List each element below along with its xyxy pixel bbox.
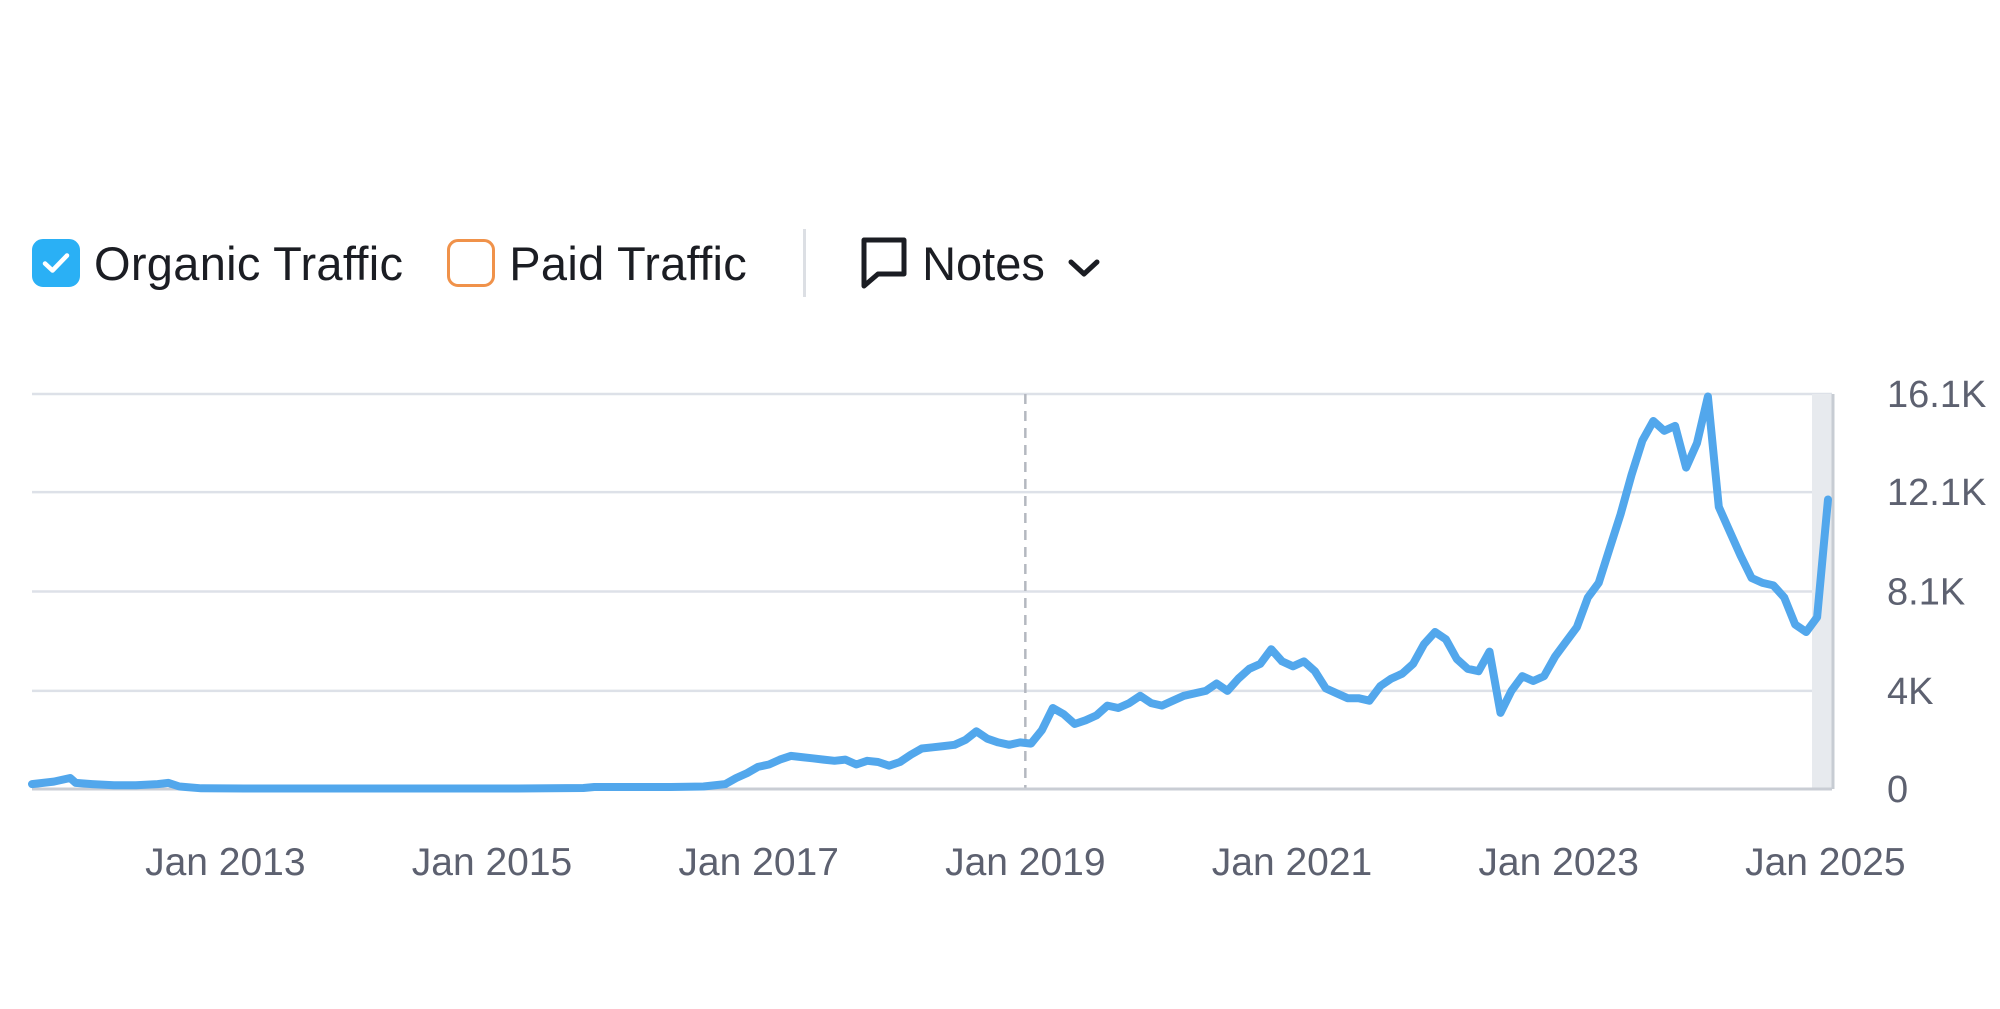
x-tick-label-2: Jan 2017 xyxy=(678,841,838,884)
organic-traffic-chart: 04K8.1K12.1K16.1K Jan 2013 Jan 2015 Jan 20… xyxy=(28,374,1986,884)
x-tick-label-0: Jan 2013 xyxy=(145,841,305,884)
x-tick-label-5: Jan 2023 xyxy=(1478,841,1638,884)
x-tick-label-6: Jan 2025 xyxy=(1745,841,1905,884)
y-tick-label-3: 12.1K xyxy=(1887,472,1986,514)
x-tick-label-3: Jan 2019 xyxy=(945,841,1105,884)
y-tick-label-2: 8.1K xyxy=(1887,572,1965,614)
x-tick-label-1: Jan 2015 xyxy=(412,841,572,884)
x-tick-label-4: Jan 2021 xyxy=(1212,841,1372,884)
y-tick-label-4: 16.1K xyxy=(1887,374,1986,416)
x-axis-ticks: Jan 2013 Jan 2015 Jan 2017 Jan 2019 Jan 2021… xyxy=(145,841,1905,884)
y-tick-label-1: 4K xyxy=(1887,671,1933,713)
y-tick-label-0: 0 xyxy=(1887,769,1908,811)
y-axis-ticks: 0 4K 8.1K 12.1K 16.1K xyxy=(1887,374,1986,811)
